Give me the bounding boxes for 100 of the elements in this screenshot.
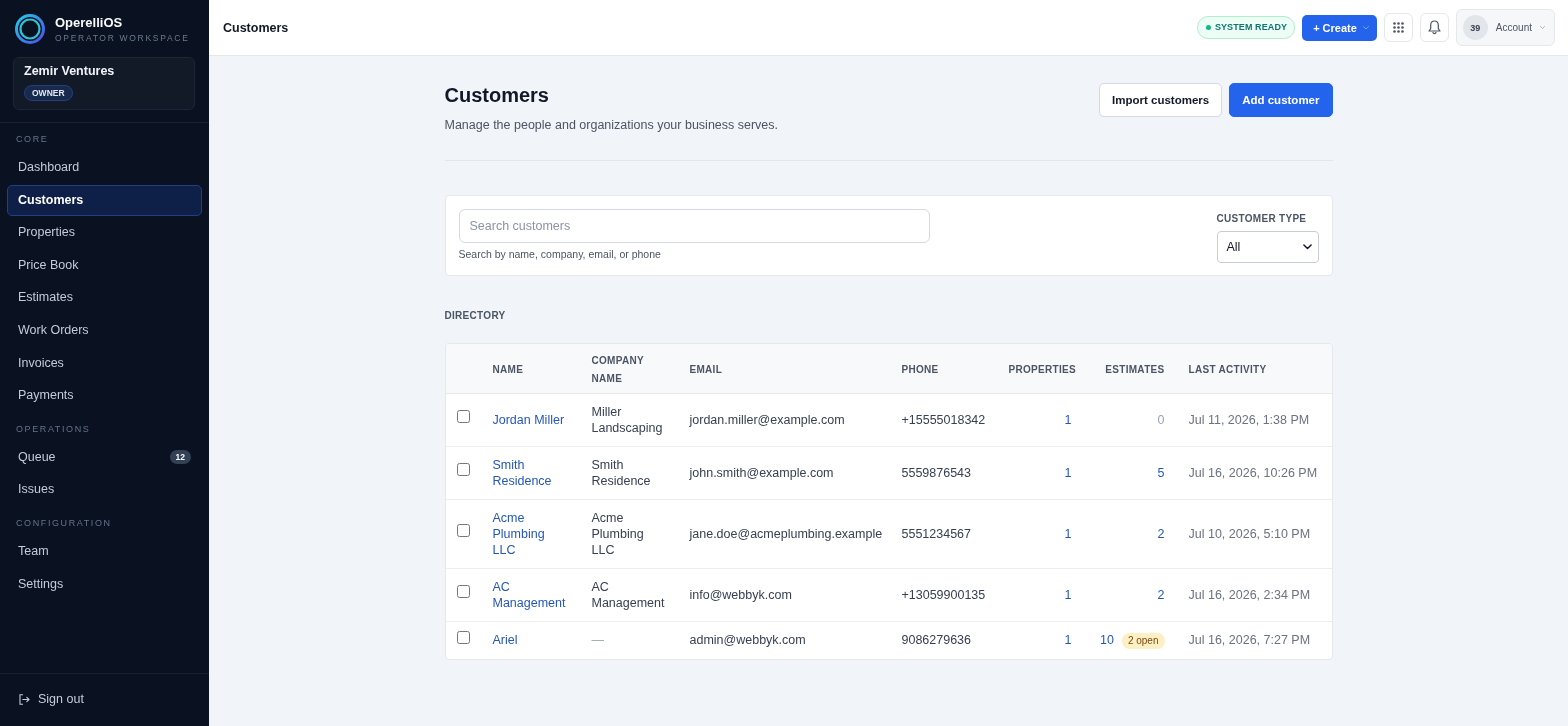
estimates-count-link[interactable]: 2 [1157,587,1165,602]
nav-item[interactable]: Price Book [7,249,202,281]
caret-icon [1362,25,1369,30]
sign-out-label: Sign out [38,692,84,707]
nav-item-label: Estimates [18,290,73,306]
account-button[interactable]: 39 Account [1455,9,1555,46]
customer-name-link[interactable]: Jordan Miller [492,411,565,428]
estimates-count: 0 [1157,412,1165,427]
column-header: NAME [492,364,524,376]
sign-out-link[interactable]: Sign out [19,692,191,707]
estimates-count-link[interactable]: 10 [1100,632,1114,647]
properties-count-link[interactable]: 1 [1064,465,1072,480]
status-dot-icon [1205,25,1211,30]
directory-heading: DIRECTORY [444,310,507,322]
create-label: + Create [1313,21,1357,34]
nav-item[interactable]: Dashboard [7,152,202,183]
row-checkbox[interactable] [456,524,470,537]
last-activity-text: Jul 16, 2026, 7:27 PM [1188,633,1311,647]
grid-dots-icon [1392,22,1404,33]
row-checkbox[interactable] [456,410,470,423]
bell-icon [1427,20,1441,35]
customer-name-link[interactable]: AC Management [492,578,569,611]
last-activity-text: Jul 11, 2026, 1:38 PM [1188,412,1310,427]
properties-count-link[interactable]: 1 [1064,526,1072,541]
phone-text: 5559876543 [901,465,972,480]
nav-section-title: CORE [15,133,50,146]
open-estimates-badge: 2 open [1121,632,1165,649]
status-label: SYSTEM READY [1214,22,1288,33]
nav-section-title: CONFIGURATION [15,516,113,530]
email-text: jordan.miller@example.com [689,412,845,427]
nav-item-label: Queue [18,449,56,465]
column-header: LAST ACTIVITY [1188,364,1267,376]
top-bar-title: Customers [223,20,289,35]
estimates-count-link[interactable]: 2 [1157,526,1165,541]
column-header: COMPANY NAME [591,355,644,385]
customer-type-select[interactable]: All [1216,231,1319,263]
count-badge: 12 [169,450,191,465]
customer-name-link[interactable]: Acme Plumbing LLC [492,509,569,558]
nav-item-label: Dashboard [18,160,80,175]
nav-section-title: OPERATIONS [15,422,92,436]
email-text: jane.doe@acmeplumbing.example [689,526,883,541]
email-text: admin@webbyk.com [689,633,806,647]
nav-item[interactable]: Estimates [7,282,202,314]
company-name: Miller Landscaping [591,403,664,436]
workspace-name: Zemir Ventures [24,64,115,79]
nav-item-label: Work Orders [18,322,89,338]
nav-item-label: Team [18,543,49,559]
nav-item[interactable]: Invoices [7,347,202,379]
row-checkbox[interactable] [456,630,470,644]
workspace-card[interactable]: Zemir Ventures OWNER [13,57,195,110]
nav-item-label: Issues [18,482,55,498]
page-subtitle: Manage the people and organizations your business serves. [444,117,779,133]
nav-item[interactable]: Customers [7,184,202,216]
customer-name-link[interactable]: Smith Residence [492,456,569,489]
customer-type-label: CUSTOMER TYPE [1216,213,1308,225]
nav-item-label: Settings [18,576,64,592]
create-button[interactable]: + Create [1302,14,1377,41]
brand-name: OperelliOS [55,15,124,30]
add-customer-button[interactable]: Add customer [1229,83,1333,117]
caret-icon [1540,26,1545,29]
last-activity-text: Jul 16, 2026, 2:34 PM [1188,587,1311,602]
nav-item[interactable]: Issues [7,474,202,506]
phone-text: 9086279636 [901,633,972,647]
nav-item[interactable]: Properties [7,217,202,249]
customer-name-link[interactable]: Ariel [492,632,518,648]
search-field[interactable]: Search customers [458,209,930,243]
row-checkbox[interactable] [456,585,470,598]
nav-item[interactable]: Queue 12 [7,441,202,473]
properties-count-link[interactable]: 1 [1064,633,1072,647]
phone-text: +13059900135 [901,587,986,602]
column-header: ESTIMATES [1105,364,1165,376]
properties-count-link[interactable]: 1 [1064,412,1072,427]
last-activity-text: Jul 16, 2026, 10:26 PM [1188,465,1318,480]
account-label: Account [1495,21,1532,34]
phone-text: 5551234567 [901,526,972,541]
company-name: Acme Plumbing LLC [591,509,645,558]
nav-item[interactable]: Work Orders [7,314,202,346]
column-header: PHONE [901,364,939,376]
sign-out-icon [19,694,30,705]
ring-logo-icon [15,14,45,44]
email-text: info@webbyk.com [689,587,792,602]
last-activity-text: Jul 10, 2026, 5:10 PM [1188,526,1311,541]
row-checkbox[interactable] [456,463,470,476]
import-button[interactable]: Import customers [1099,83,1223,117]
nav-item-label: Payments [18,388,74,404]
nav-item-label: Price Book [18,257,79,273]
nav-item[interactable]: Team [7,535,202,567]
properties-count-link[interactable]: 1 [1064,587,1072,602]
nav-item-label: Customers [18,192,84,208]
role-badge: OWNER [24,85,73,101]
company-name: — [591,632,604,648]
notifications-button[interactable] [1419,13,1449,42]
nav-item[interactable]: Payments [7,380,202,412]
column-header: EMAIL [689,364,723,376]
column-header: PROPERTIES [1008,364,1076,376]
nav-item[interactable]: Settings [7,568,202,600]
estimates-count-link[interactable]: 5 [1157,465,1165,480]
phone-text: +15555018342 [901,412,986,427]
apps-button[interactable] [1383,13,1413,42]
email-text: john.smith@example.com [689,465,834,480]
